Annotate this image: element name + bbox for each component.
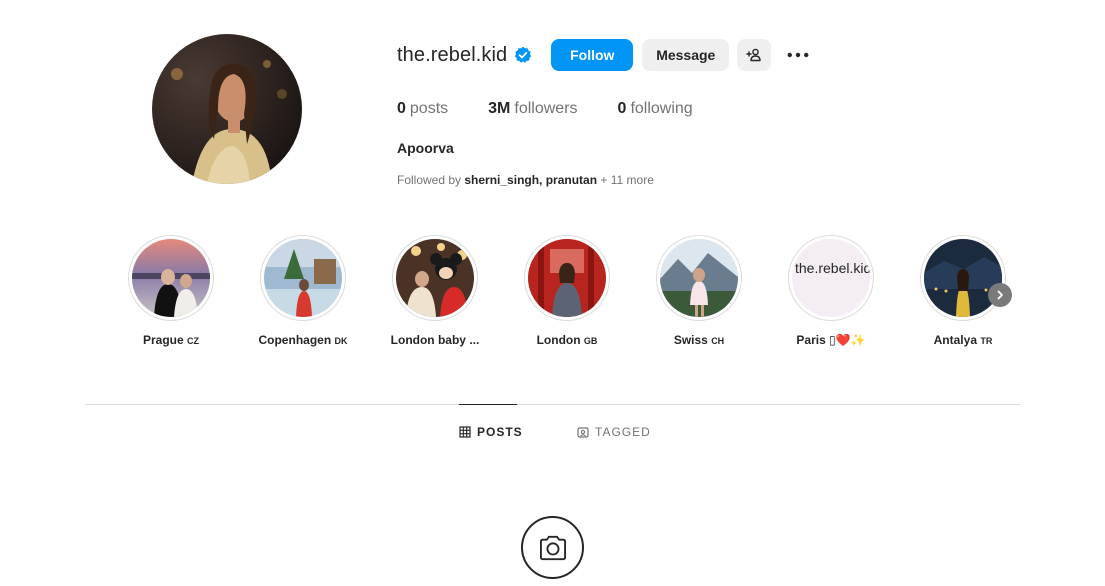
following-stat[interactable]: 0 following — [618, 100, 693, 118]
highlight-broken-image-alt: the.rebel.kid highlight story picture — [792, 239, 870, 317]
following-count: 0 — [617, 100, 627, 117]
profile-full-name: Apoorva — [397, 140, 454, 156]
followed-by-line[interactable]: Followed by sherni_singh, pranutan + 11 … — [397, 173, 654, 187]
grid-icon — [459, 426, 471, 438]
profile-stats: 0 posts 3M followers 0 following — [397, 100, 733, 118]
highlight-label: Copenhagen DK — [258, 333, 348, 347]
highlight-label: Antalya TR — [933, 333, 993, 347]
follow-button[interactable]: Follow — [551, 39, 634, 71]
followed-by-prefix: Followed by — [397, 173, 462, 187]
tab-tagged-label: TAGGED — [595, 425, 651, 439]
posts-label: posts — [409, 100, 449, 117]
highlight-london[interactable]: London GB — [512, 235, 622, 347]
tab-tagged[interactable]: TAGGED — [577, 425, 651, 439]
add-user-icon — [746, 48, 761, 62]
camera-icon — [539, 535, 566, 560]
more-options-icon — [787, 52, 809, 58]
highlight-paris[interactable]: the.rebel.kid highlight story picture Pa… — [776, 235, 886, 347]
verified-badge-icon — [514, 46, 532, 64]
highlight-cover-image — [660, 239, 738, 317]
highlight-ring — [260, 235, 346, 321]
followed-by-users: sherni_singh, pranutan — [464, 173, 598, 187]
message-button[interactable]: Message — [642, 39, 730, 71]
highlight-copenhagen[interactable]: Copenhagen DK — [248, 235, 358, 347]
followers-count: 3M — [488, 100, 511, 117]
profile-header-row: the.rebel.kid Follow Message — [397, 38, 813, 72]
suggested-users-button[interactable] — [737, 39, 772, 71]
tab-posts-label: POSTS — [477, 425, 523, 439]
profile-avatar[interactable] — [152, 34, 302, 184]
highlight-label: London baby ... — [390, 333, 480, 347]
highlight-ring — [920, 235, 1006, 321]
following-label: following — [630, 100, 693, 117]
avatar-image — [152, 34, 302, 184]
highlight-ring: the.rebel.kid highlight story picture — [788, 235, 874, 321]
followers-label: followers — [514, 100, 578, 117]
highlights-next-button[interactable] — [988, 283, 1012, 307]
chevron-right-icon — [997, 290, 1003, 300]
highlight-london-baby[interactable]: London baby ... — [380, 235, 490, 347]
highlight-cover-image — [396, 239, 474, 317]
highlight-swiss[interactable]: Swiss CH — [644, 235, 754, 347]
highlight-cover-image — [264, 239, 342, 317]
tagged-icon — [577, 427, 589, 438]
posts-count: 0 — [397, 100, 406, 117]
highlight-label: Paris ▯❤️✨ — [796, 333, 866, 347]
no-posts-camera — [521, 516, 584, 579]
profile-username: the.rebel.kid — [397, 43, 508, 66]
tab-posts[interactable]: POSTS — [459, 425, 523, 439]
followed-by-more: + 11 more — [600, 173, 654, 187]
highlight-label: London GB — [536, 333, 598, 347]
highlight-prague[interactable]: Prague CZ — [116, 235, 226, 347]
active-tab-indicator — [459, 404, 517, 405]
highlight-ring — [392, 235, 478, 321]
highlight-label: Prague CZ — [142, 333, 200, 347]
highlight-ring — [128, 235, 214, 321]
highlight-ring — [656, 235, 742, 321]
more-options-button[interactable] — [783, 39, 813, 71]
highlight-cover-image — [924, 239, 1002, 317]
highlight-cover-image — [132, 239, 210, 317]
highlight-ring — [524, 235, 610, 321]
highlight-cover-image — [528, 239, 606, 317]
tabs-divider — [85, 404, 1020, 405]
followers-stat[interactable]: 3M followers — [488, 100, 577, 118]
posts-stat: 0 posts — [397, 100, 448, 118]
highlight-label: Swiss CH — [673, 333, 725, 347]
